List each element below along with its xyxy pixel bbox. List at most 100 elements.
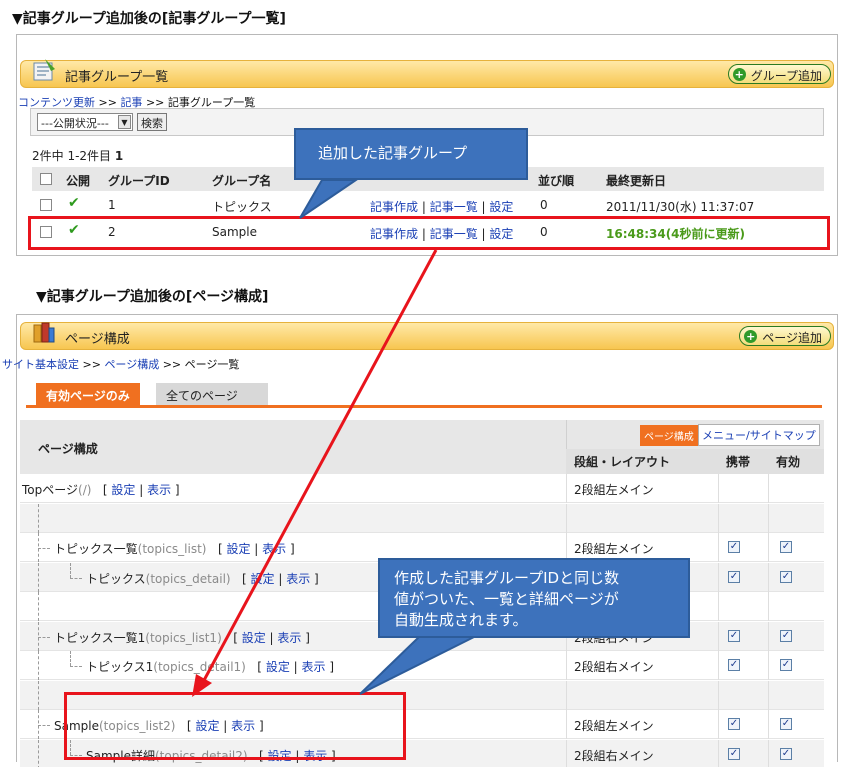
- header-enabled: 有効: [776, 455, 801, 469]
- page-row: Topページ(/) [ 設定 | 表示 ] 2段組左メイン: [20, 474, 824, 503]
- tree-guide: [70, 562, 71, 578]
- mobile-checkbox[interactable]: ✓: [728, 541, 740, 553]
- page-view-link[interactable]: 表示: [302, 660, 326, 674]
- page-name: トピックス1(topics_detail1) [ 設定 | 表示 ]: [86, 660, 335, 674]
- add-group-button[interactable]: + グループ追加: [727, 64, 831, 84]
- callout-line-3: 自動生成されます。: [394, 611, 528, 629]
- row-actions: 記事作成 | 記事一覧 | 設定: [370, 200, 514, 214]
- article-list-link[interactable]: 記事一覧: [430, 200, 478, 214]
- enabled-checkbox[interactable]: ✓: [780, 629, 792, 642]
- page-settings-link[interactable]: 設定: [266, 660, 290, 674]
- mobile-checkbox[interactable]: ✓: [728, 659, 740, 671]
- book-stack-icon: [33, 322, 55, 343]
- header-mobile: 携帯: [726, 455, 751, 469]
- tab-active-pages[interactable]: 有効ページのみ: [36, 383, 140, 405]
- page-layout: 2段組右メイン: [574, 748, 654, 763]
- page-settings-link[interactable]: 設定: [111, 483, 135, 497]
- breadcrumb-page-structure[interactable]: ページ構成: [104, 358, 159, 371]
- breadcrumb-sep: >>: [162, 358, 182, 371]
- add-page-button[interactable]: + ページ追加: [739, 326, 831, 346]
- page-settings-link[interactable]: 設定: [226, 542, 250, 556]
- breadcrumb-current: ページ一覧: [184, 358, 240, 371]
- enabled-checkbox[interactable]: ✓: [780, 747, 792, 760]
- col-public: 公開: [66, 174, 91, 188]
- add-page-label: ページ追加: [762, 331, 822, 345]
- top-caption: ▼記事グループ追加後の[記事グループ一覧]: [12, 11, 286, 27]
- page-number[interactable]: 1: [115, 149, 123, 163]
- enabled-checkbox[interactable]: ✓: [780, 570, 792, 583]
- bottom-caption: ▼記事グループ追加後の[ページ構成]: [36, 289, 269, 305]
- tree-guide: [70, 651, 71, 666]
- create-article-link[interactable]: 記事作成: [370, 200, 418, 214]
- header-layout: 段組・レイアウト: [574, 455, 671, 469]
- col-group-name: グループ名: [212, 174, 272, 188]
- page-name: トピックス一覧(topics_list) [ 設定 | 表示 ]: [54, 542, 295, 556]
- page-settings-link[interactable]: 設定: [251, 572, 275, 586]
- page-row: [20, 503, 824, 533]
- mobile-checkbox[interactable]: ✓: [728, 629, 740, 642]
- group-title-bar: 記事グループ一覧 + グループ追加: [20, 59, 834, 88]
- page-name: トピックス一覧1(topics_list1) [ 設定 | 表示 ]: [54, 630, 310, 645]
- status-select-value: ---公開状況---: [41, 117, 109, 130]
- published-check-icon: ✔: [68, 195, 80, 211]
- header-page-structure: ページ構成: [38, 442, 98, 456]
- enabled-checkbox[interactable]: ✓: [780, 541, 792, 553]
- plus-icon: +: [732, 68, 746, 81]
- page-path: (topics_detail1): [153, 660, 246, 674]
- notebook-icon: [33, 59, 55, 81]
- page-view-link[interactable]: 表示: [147, 483, 171, 497]
- add-group-label: グループ追加: [750, 69, 822, 83]
- page-settings-link[interactable]: 設定: [242, 631, 266, 645]
- col-order: 並び順: [538, 174, 575, 188]
- result-count: 2件中 1-2件目 1: [32, 147, 123, 164]
- row-checkbox[interactable]: [40, 199, 52, 211]
- new-pages-highlight-box: [64, 692, 406, 760]
- tab-all-pages[interactable]: 全てのページ: [156, 383, 268, 405]
- enabled-checkbox[interactable]: ✓: [780, 659, 792, 671]
- select-all-checkbox[interactable]: [40, 173, 52, 185]
- tab-underline: [26, 405, 822, 408]
- mobile-checkbox[interactable]: ✓: [728, 570, 740, 583]
- table-row: ✔ 1 トピックス 記事作成 | 記事一覧 | 設定 0 2011/11/30(…: [32, 192, 824, 218]
- col-updated: 最終更新日: [606, 174, 667, 188]
- page-table-header: ページ構成 ページ構成 メニュー/サイトマップ 段組・レイアウト 携帯 有効: [20, 420, 824, 474]
- tree-guide: [38, 548, 50, 549]
- new-group-highlight-box: [28, 216, 830, 250]
- tree-guide: [70, 577, 82, 579]
- row-name: トピックス: [212, 200, 272, 214]
- group-panel-title: 記事グループ一覧: [65, 70, 169, 85]
- chevron-down-icon: ▼: [118, 115, 131, 129]
- plus-icon: +: [744, 330, 758, 343]
- page-view-link[interactable]: 表示: [277, 631, 301, 645]
- page-name: トピックス(topics_detail) [ 設定 | 表示 ]: [86, 571, 319, 586]
- settings-link[interactable]: 設定: [489, 200, 513, 214]
- page-view-link[interactable]: 表示: [262, 542, 286, 556]
- mode-page-structure[interactable]: ページ構成: [640, 425, 698, 446]
- status-select[interactable]: ---公開状況--- ▼: [37, 113, 133, 131]
- breadcrumb-sep: >>: [82, 358, 101, 371]
- page-path: (topics_list): [137, 542, 207, 556]
- page-title: Topページ: [22, 483, 79, 497]
- page-path: (/): [78, 483, 92, 497]
- row-id: 1: [108, 198, 116, 212]
- search-button[interactable]: 検索: [137, 113, 167, 131]
- page-layout: 2段組左メイン: [574, 542, 654, 556]
- tree-guide: [38, 592, 39, 621]
- page-path: (topics_list1): [145, 630, 222, 645]
- page-view-link[interactable]: 表示: [286, 572, 310, 586]
- tree-guide: [38, 503, 39, 533]
- page-name: Topページ(/) [ 設定 | 表示 ]: [22, 483, 180, 497]
- tree-guide: [38, 562, 39, 592]
- tree-guide: [38, 651, 39, 680]
- callout-line-2: 値がついた、一覧と詳細ページが: [394, 590, 619, 608]
- mobile-checkbox[interactable]: ✓: [728, 718, 740, 730]
- tree-guide: [38, 739, 39, 767]
- callout-auto-generated: 作成した記事グループIDと同じ数 値がついた、一覧と詳細ページが 自動生成されま…: [378, 558, 690, 638]
- page-title: トピックス一覧: [54, 542, 138, 556]
- breadcrumb-site-settings[interactable]: サイト基本設定: [2, 358, 79, 371]
- mobile-checkbox[interactable]: ✓: [728, 747, 740, 760]
- mode-menu-sitemap[interactable]: メニュー/サイトマップ: [698, 424, 820, 446]
- callout-line-1: 作成した記事グループIDと同じ数: [394, 569, 620, 587]
- tree-guide: [38, 725, 50, 726]
- enabled-checkbox[interactable]: ✓: [780, 718, 792, 730]
